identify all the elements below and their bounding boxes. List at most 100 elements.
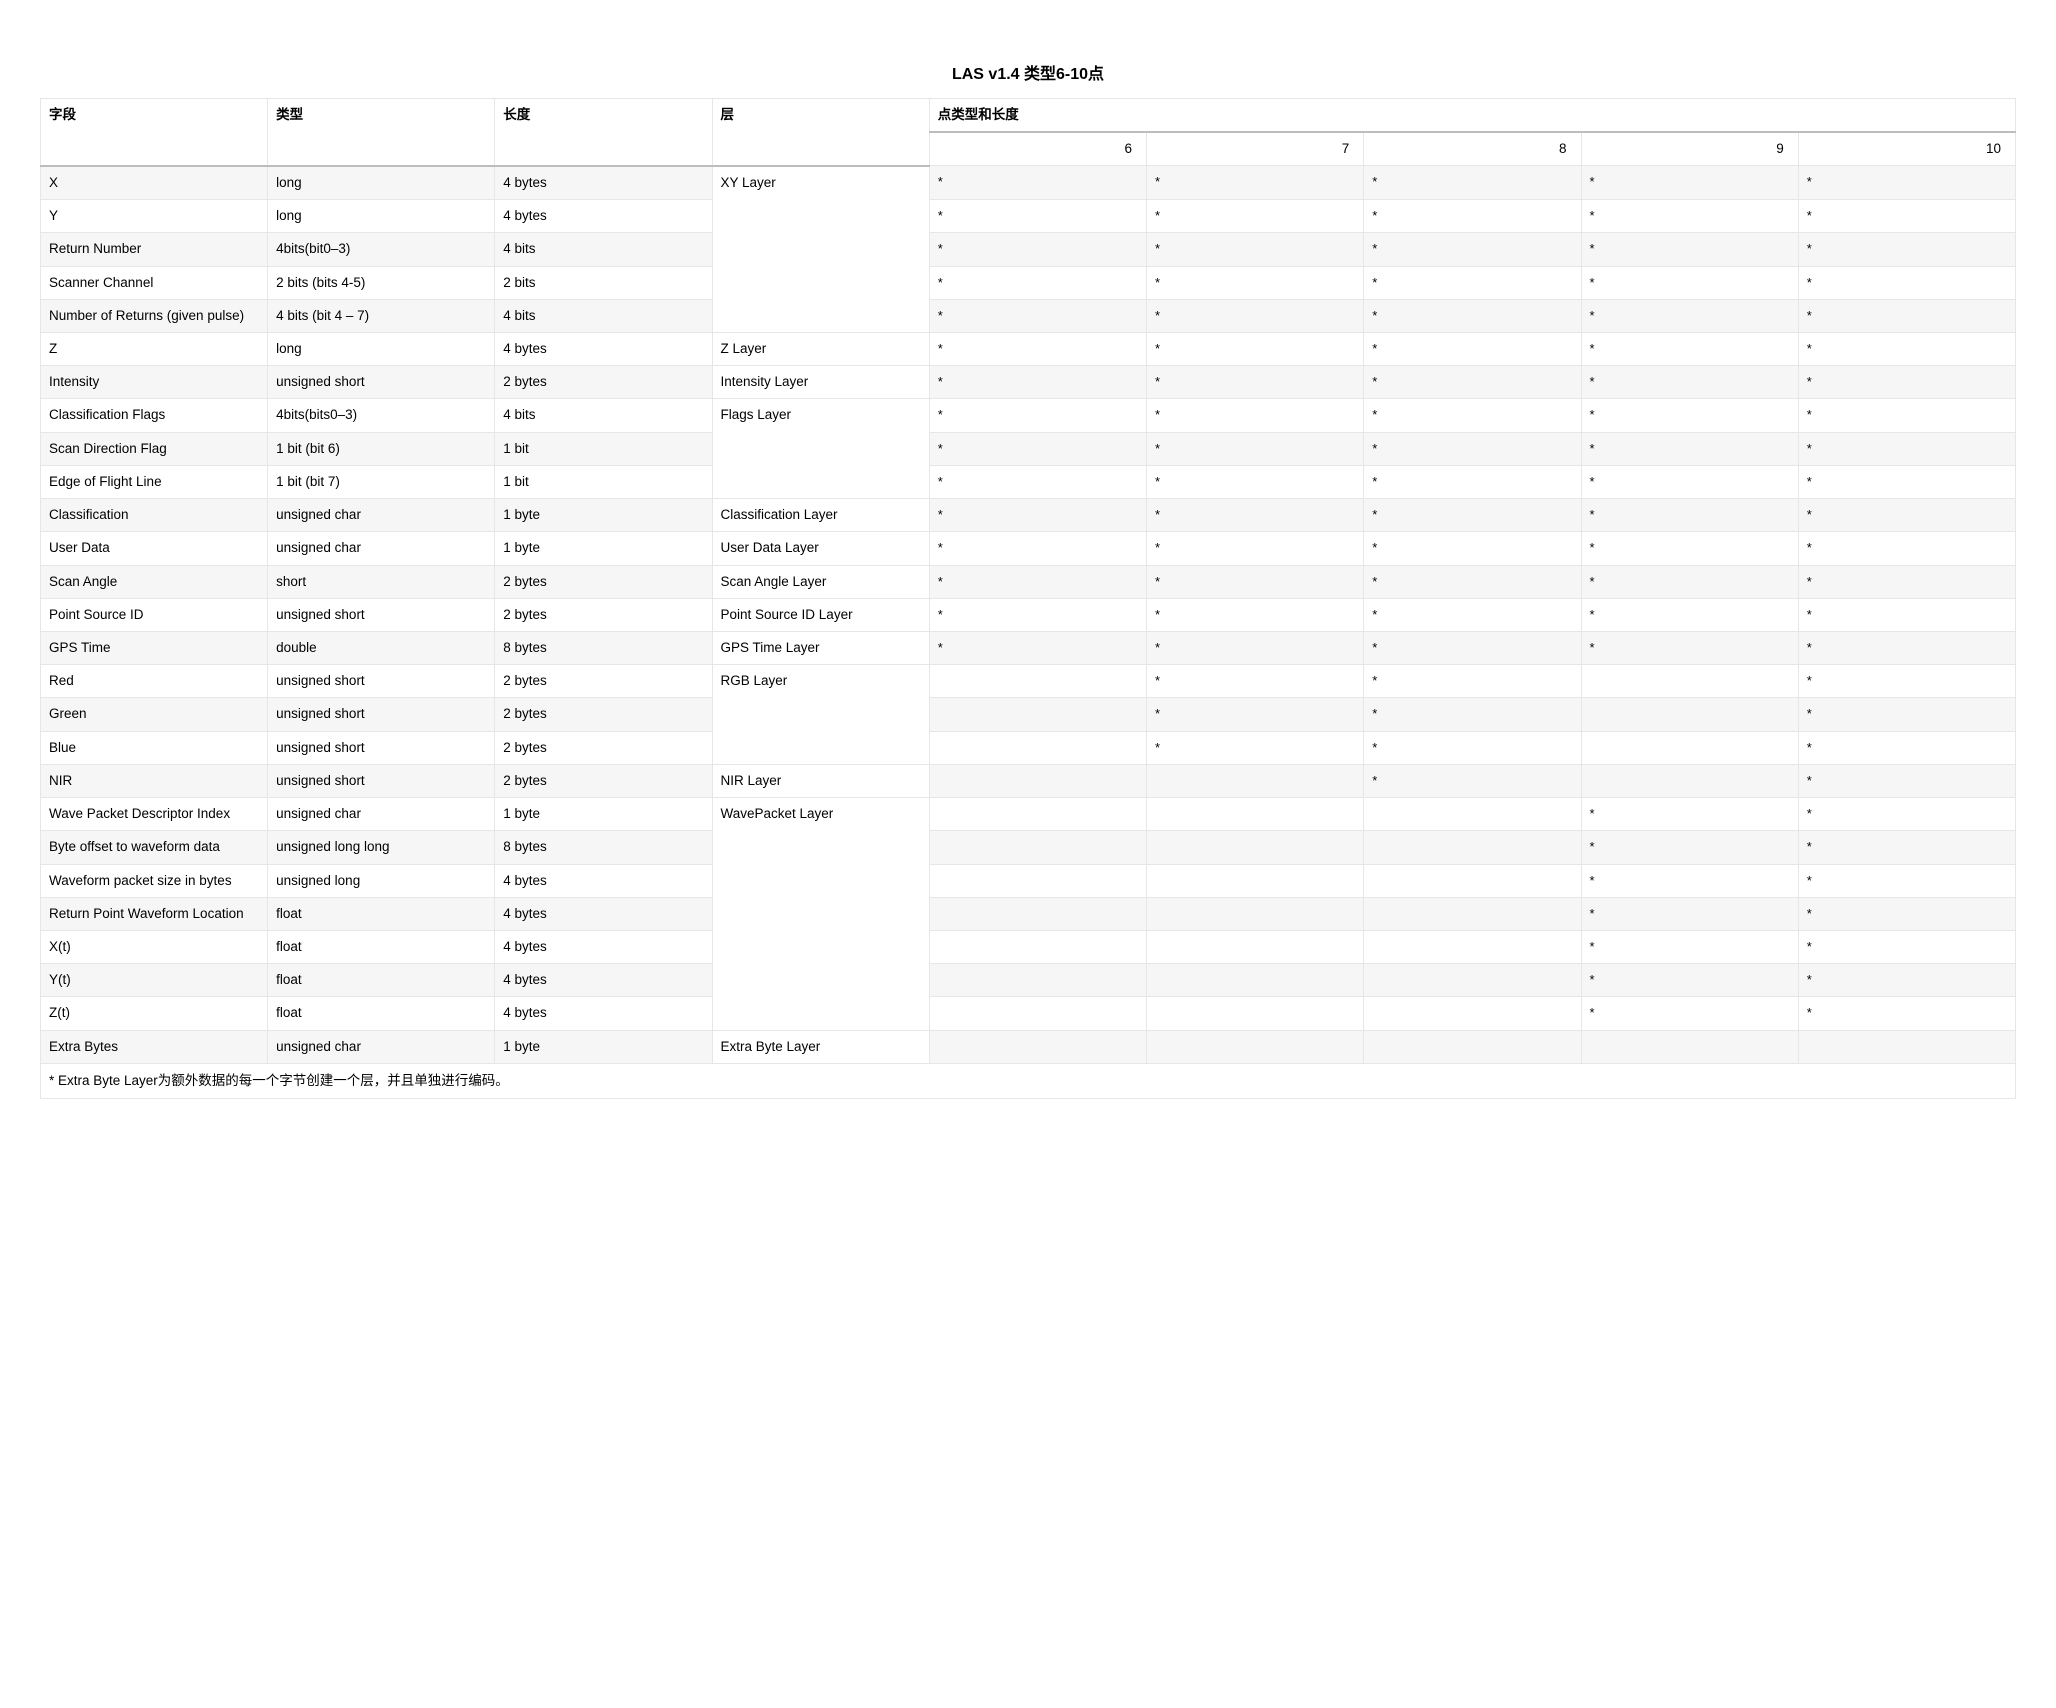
cell-point-type: * <box>1364 565 1581 598</box>
cell-type: long <box>268 166 495 200</box>
cell-point-type: * <box>1364 499 1581 532</box>
cell-length: 4 bytes <box>495 200 712 233</box>
cell-field: Waveform packet size in bytes <box>41 864 268 897</box>
cell-point-type: * <box>929 299 1146 332</box>
table-row: Redunsigned short2 bytesRGB Layer*** <box>41 665 2016 698</box>
cell-length: 4 bytes <box>495 997 712 1030</box>
cell-point-type: * <box>1147 333 1364 366</box>
cell-point-type: * <box>1798 964 2015 997</box>
point-type-header: 8 <box>1364 132 1581 166</box>
table-row: GPS Timedouble8 bytesGPS Time Layer***** <box>41 632 2016 665</box>
cell-length: 1 bit <box>495 465 712 498</box>
cell-point-type <box>929 930 1146 963</box>
cell-point-type: * <box>929 200 1146 233</box>
cell-point-type: * <box>1798 798 2015 831</box>
cell-point-type: * <box>929 399 1146 432</box>
cell-point-type: * <box>1798 499 2015 532</box>
cell-point-type: * <box>1364 333 1581 366</box>
cell-point-type: * <box>1147 299 1364 332</box>
cell-layer: WavePacket Layer <box>712 798 929 1031</box>
cell-field: Scan Direction Flag <box>41 432 268 465</box>
cell-point-type: * <box>1798 831 2015 864</box>
cell-point-type: * <box>929 366 1146 399</box>
cell-point-type: * <box>1147 731 1364 764</box>
cell-field: Byte offset to waveform data <box>41 831 268 864</box>
cell-point-type <box>1147 964 1364 997</box>
cell-type: long <box>268 333 495 366</box>
table-row: Scan Angleshort2 bytesScan Angle Layer**… <box>41 565 2016 598</box>
cell-point-type <box>1581 1030 1798 1063</box>
cell-point-type: * <box>1798 266 2015 299</box>
cell-point-type: * <box>1147 499 1364 532</box>
cell-field: X(t) <box>41 930 268 963</box>
table-row: Edge of Flight Line1 bit (bit 7)1 bit***… <box>41 465 2016 498</box>
cell-point-type <box>929 964 1146 997</box>
cell-point-type <box>929 897 1146 930</box>
table-row: User Dataunsigned char1 byteUser Data La… <box>41 532 2016 565</box>
cell-point-type <box>1147 864 1364 897</box>
cell-type: 4bits(bit0–3) <box>268 233 495 266</box>
cell-length: 2 bytes <box>495 366 712 399</box>
cell-field: Intensity <box>41 366 268 399</box>
cell-point-type: * <box>1364 266 1581 299</box>
cell-field: User Data <box>41 532 268 565</box>
table-row: Classification Flags4bits(bits0–3)4 bits… <box>41 399 2016 432</box>
cell-length: 4 bytes <box>495 333 712 366</box>
table-row: Intensityunsigned short2 bytesIntensity … <box>41 366 2016 399</box>
cell-type: unsigned long <box>268 864 495 897</box>
cell-point-type: * <box>1581 532 1798 565</box>
cell-type: unsigned short <box>268 665 495 698</box>
cell-point-type: * <box>929 598 1146 631</box>
cell-point-type: * <box>1581 299 1798 332</box>
cell-length: 4 bits <box>495 299 712 332</box>
cell-layer: Scan Angle Layer <box>712 565 929 598</box>
cell-point-type: * <box>1147 632 1364 665</box>
cell-field: Y <box>41 200 268 233</box>
cell-type: unsigned long long <box>268 831 495 864</box>
cell-point-type: * <box>1364 632 1581 665</box>
table-row: Waveform packet size in bytesunsigned lo… <box>41 864 2016 897</box>
cell-point-type <box>1581 731 1798 764</box>
cell-type: unsigned short <box>268 366 495 399</box>
table-body: Xlong4 bytesXY Layer*****Ylong4 bytes***… <box>41 166 2016 1063</box>
cell-point-type: * <box>1147 532 1364 565</box>
cell-point-type: * <box>1798 598 2015 631</box>
table-row: Greenunsigned short2 bytes*** <box>41 698 2016 731</box>
cell-type: 4bits(bits0–3) <box>268 399 495 432</box>
cell-type: float <box>268 997 495 1030</box>
cell-point-type: * <box>1581 166 1798 200</box>
cell-point-type <box>1581 698 1798 731</box>
cell-point-type: * <box>1798 432 2015 465</box>
cell-point-type: * <box>1364 399 1581 432</box>
cell-type: unsigned char <box>268 499 495 532</box>
cell-point-type <box>1147 897 1364 930</box>
cell-type: 4 bits (bit 4 – 7) <box>268 299 495 332</box>
cell-field: Z(t) <box>41 997 268 1030</box>
cell-point-type <box>1364 1030 1581 1063</box>
table-row: Ylong4 bytes***** <box>41 200 2016 233</box>
cell-point-type <box>1364 930 1581 963</box>
cell-point-type <box>929 798 1146 831</box>
cell-point-type: * <box>1798 333 2015 366</box>
cell-point-type <box>929 698 1146 731</box>
cell-point-type: * <box>929 266 1146 299</box>
cell-point-type <box>929 1030 1146 1063</box>
cell-point-type <box>929 764 1146 797</box>
cell-point-type: * <box>1798 764 2015 797</box>
cell-point-type: * <box>1147 698 1364 731</box>
cell-point-type: * <box>1581 964 1798 997</box>
cell-length: 2 bytes <box>495 565 712 598</box>
cell-point-type: * <box>1364 366 1581 399</box>
cell-point-type: * <box>1798 532 2015 565</box>
cell-point-type <box>929 665 1146 698</box>
table-row: Z(t)float4 bytes** <box>41 997 2016 1030</box>
header-layer: 层 <box>712 99 929 166</box>
cell-field: GPS Time <box>41 632 268 665</box>
cell-field: Green <box>41 698 268 731</box>
cell-field: Number of Returns (given pulse) <box>41 299 268 332</box>
cell-point-type: * <box>1147 565 1364 598</box>
cell-point-type: * <box>1581 266 1798 299</box>
cell-length: 8 bytes <box>495 831 712 864</box>
cell-point-type: * <box>929 333 1146 366</box>
cell-field: Scanner Channel <box>41 266 268 299</box>
